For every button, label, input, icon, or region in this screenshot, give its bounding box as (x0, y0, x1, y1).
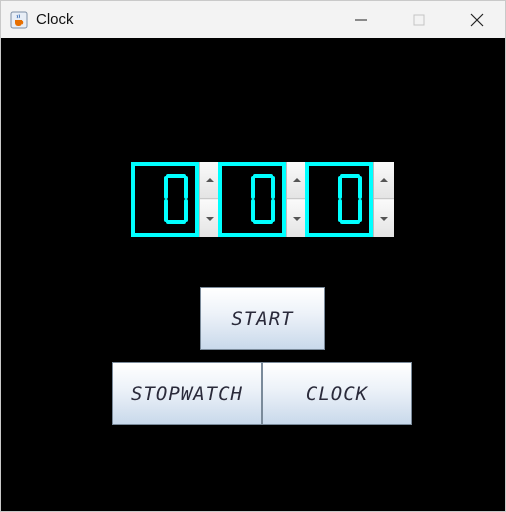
close-button[interactable] (448, 1, 506, 38)
hours-spinner-arrows (199, 162, 220, 237)
maximize-icon (413, 14, 425, 25)
minutes-increment-button[interactable] (287, 162, 307, 199)
hours-decrement-button[interactable] (200, 200, 220, 237)
arrow-up-icon (380, 178, 388, 182)
close-icon (470, 13, 484, 26)
seconds-decrement-button[interactable] (374, 200, 394, 237)
spinner-value: 0 (135, 166, 136, 167)
stopwatch-button[interactable]: STOPWATCH (112, 362, 262, 425)
arrow-up-icon (293, 178, 301, 182)
spinner-value: 0 (222, 166, 223, 167)
arrow-down-icon (293, 216, 301, 221)
clock-button[interactable]: CLOCK (262, 362, 412, 425)
start-button[interactable]: START (200, 287, 325, 350)
minimize-icon (355, 19, 367, 20)
minutes-spinner[interactable]: 0 (218, 162, 307, 237)
minutes-field[interactable]: 0 (218, 162, 286, 237)
seconds-increment-button[interactable] (374, 162, 394, 199)
clock-panel: 0 0 0 START STOPWATCH CLOCK (1, 38, 505, 511)
hours-increment-button[interactable] (200, 162, 220, 199)
maximize-button[interactable] (390, 1, 448, 38)
spinner-value: 0 (309, 166, 310, 167)
java-cup-icon (10, 11, 28, 29)
clock-window: Clock 0 0 0 START STOPWATCH CLOCK (0, 0, 506, 512)
hours-spinner[interactable]: 0 (131, 162, 220, 237)
minimize-button[interactable] (332, 1, 390, 38)
arrow-down-icon (380, 216, 388, 221)
seconds-spinner-arrows (373, 162, 394, 237)
seconds-field[interactable]: 0 (305, 162, 373, 237)
minutes-decrement-button[interactable] (287, 200, 307, 237)
title-bar[interactable]: Clock (1, 1, 505, 38)
hours-field[interactable]: 0 (131, 162, 199, 237)
arrow-down-icon (206, 216, 214, 221)
seconds-spinner[interactable]: 0 (305, 162, 394, 237)
minutes-spinner-arrows (286, 162, 307, 237)
arrow-up-icon (206, 178, 214, 182)
window-title: Clock (36, 11, 74, 28)
